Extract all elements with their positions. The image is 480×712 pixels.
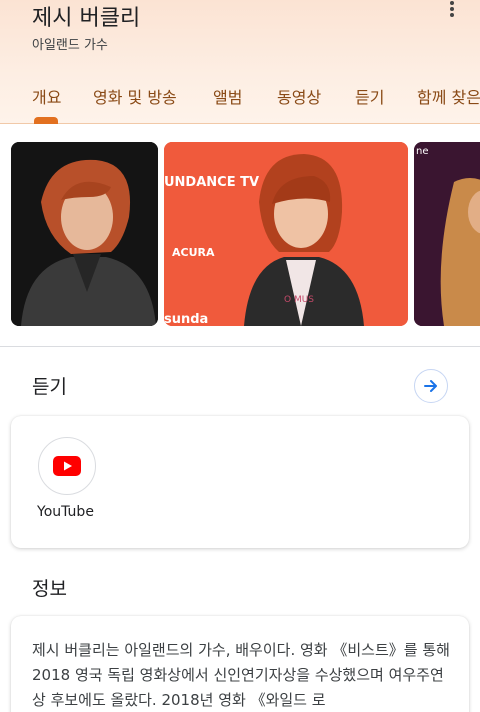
svg-text:sunda: sunda	[164, 312, 208, 326]
tab-movies-tv[interactable]: 영화 및 방송	[93, 84, 177, 108]
knowledge-panel-header: 제시 버클리 아일랜드 가수 개요 영화 및 방송 앨범 동영상 듣기 함께 찾…	[0, 0, 480, 124]
tab-listen[interactable]: 듣기	[355, 84, 384, 108]
youtube-service-button[interactable]	[38, 437, 96, 495]
page-subtitle: 아일랜드 가수	[32, 38, 108, 53]
tab-videos[interactable]: 동영상	[277, 84, 321, 108]
info-section-title: 정보	[32, 578, 67, 600]
image-carousel: UNDANCE TV ACURA sunda O MUS ne	[0, 142, 480, 326]
svg-text:ACURA: ACURA	[172, 246, 215, 259]
listen-more-button[interactable]	[414, 369, 448, 403]
page-title: 제시 버클리	[32, 6, 141, 31]
listen-card: YouTube	[11, 416, 469, 548]
tab-albums[interactable]: 앨범	[213, 84, 242, 108]
section-divider	[0, 346, 480, 347]
tab-bar: 개요 영화 및 방송 앨범 동영상 듣기 함께 찾은	[0, 84, 480, 124]
arrow-right-icon	[424, 380, 437, 392]
photo-1[interactable]	[11, 142, 158, 326]
svg-text:UNDANCE TV: UNDANCE TV	[164, 175, 259, 190]
tab-overview[interactable]: 개요	[32, 84, 61, 108]
photo-2[interactable]: UNDANCE TV ACURA sunda O MUS	[164, 142, 408, 326]
info-card: 제시 버클리는 아일랜드의 가수, 배우이다. 영화 《비스트》를 통해 201…	[11, 616, 469, 712]
tab-people-also-search[interactable]: 함께 찾은	[417, 84, 480, 108]
youtube-icon	[53, 456, 81, 476]
info-description: 제시 버클리는 아일랜드의 가수, 배우이다. 영화 《비스트》를 통해 201…	[32, 641, 450, 709]
listen-section-title: 듣기	[32, 376, 67, 398]
more-options-icon[interactable]	[446, 0, 458, 18]
selected-tab-indicator	[34, 117, 58, 124]
svg-text:ne: ne	[416, 146, 429, 157]
photo-3[interactable]: ne	[414, 142, 480, 326]
svg-text:O MUS: O MUS	[284, 295, 314, 305]
youtube-label[interactable]: YouTube	[37, 504, 94, 520]
